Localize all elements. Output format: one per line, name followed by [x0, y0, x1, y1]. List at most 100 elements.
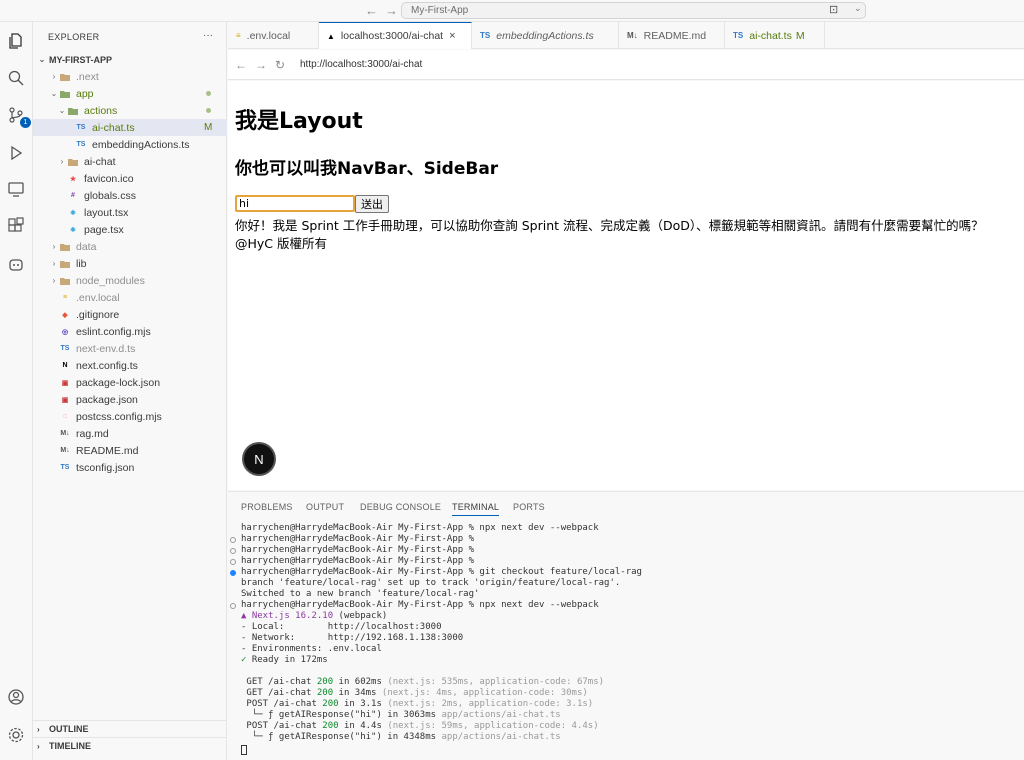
tree-item-app[interactable]: ⌄ app	[33, 85, 227, 102]
timeline-label: TIMELINE	[49, 741, 91, 751]
tree-item-next-config-ts[interactable]: Nnext.config.ts	[33, 357, 227, 374]
page-heading: 我是Layout	[235, 109, 363, 134]
tree-item--next[interactable]: › .next	[33, 68, 227, 85]
terminal-text: harrychen@HarrydeMacBook-Air My-First-Ap…	[241, 600, 599, 610]
tree-item-node-modules[interactable]: › node_modules	[33, 272, 227, 289]
browser-url[interactable]: http://localhost:3000/ai-chat	[300, 59, 422, 70]
command-center[interactable]: My-First-App	[401, 2, 866, 19]
tab-ai-chat-ts[interactable]: TS ai-chat.ts M	[725, 22, 825, 49]
terminal-line: harrychen@HarrydeMacBook-Air My-First-Ap…	[241, 534, 474, 545]
tab-file-icon: M↓	[627, 31, 638, 40]
copyright-text: @HyC 版權所有	[235, 236, 327, 251]
terminal-text: 200	[316, 677, 334, 687]
terminal-text: branch 'feature/local-rag' set up to tra…	[241, 578, 621, 588]
terminal-text: app/actions/ai-chat.ts	[441, 732, 561, 742]
tab-file-icon: ≡	[236, 31, 241, 40]
command-decoration-icon[interactable]	[230, 559, 236, 565]
back-arrow-icon[interactable]: ←	[365, 3, 378, 18]
tree-item-label: embeddingActions.ts	[92, 138, 190, 151]
panel-tab-ports[interactable]: PORTS	[513, 502, 545, 512]
tree-item-next-env-d-ts[interactable]: TS next-env.d.ts	[33, 340, 227, 357]
chevron-down-icon[interactable]: ⌄	[854, 3, 862, 14]
terminal-line: GET /ai-chat 200 in 34ms (next.js: 4ms, …	[241, 688, 588, 699]
bottom-panel: PROBLEMS OUTPUT DEBUG CONSOLE TERMINAL PORTS…	[228, 491, 1024, 760]
panel-tab-terminal[interactable]: TERMINAL	[452, 502, 500, 516]
tab-localhost-3000-ai-chat[interactable]: ▲ localhost:3000/ai-chat ×	[319, 22, 472, 49]
file-icon: TS	[76, 124, 86, 131]
terminal-text: harrychen@HarrydeMacBook-Air My-First-Ap…	[241, 556, 474, 566]
close-icon[interactable]: ×	[449, 30, 455, 42]
tree-item-label: globals.css	[84, 189, 136, 202]
command-decoration-icon[interactable]	[230, 570, 236, 576]
tree-item-rag-md[interactable]: M↓ rag.md	[33, 425, 227, 442]
nextjs-dev-badge[interactable]: N	[244, 444, 274, 474]
terminal-text: (next.js: 4ms, application-code: 30ms)	[381, 688, 588, 698]
extensions-icon[interactable]	[5, 215, 27, 237]
accounts-icon[interactable]	[5, 686, 27, 708]
tree-item-globals-css[interactable]: # globals.css	[33, 187, 227, 204]
reload-icon[interactable]: ↻	[275, 58, 285, 72]
chat-icon[interactable]: ⊡	[829, 3, 838, 16]
tree-item-data[interactable]: › data	[33, 238, 227, 255]
tree-item-actions[interactable]: ⌄ actions	[33, 102, 227, 119]
explorer-icon[interactable]	[5, 30, 27, 52]
tree-item-postcss-config-mjs[interactable]: ◌ postcss.config.mjs	[33, 408, 227, 425]
chevron-right-icon: ›	[52, 259, 56, 268]
tree-item-label: actions	[84, 104, 118, 117]
tree-item-package-json[interactable]: ▣ package.json	[33, 391, 227, 408]
browser-forward-icon[interactable]: →	[255, 58, 267, 72]
tree-item-label: tsconfig.json	[76, 461, 135, 474]
tree-item-readme-md[interactable]: M↓ README.md	[33, 442, 227, 459]
chevron-right-icon: ›	[37, 741, 40, 751]
terminal-text: harrychen@HarrydeMacBook-Air My-First-Ap…	[241, 534, 474, 544]
terminal-text: └─ ƒ getAIResponse("hi") in 3063ms	[241, 710, 442, 720]
timeline-section[interactable]: › TIMELINE	[33, 737, 227, 754]
source-control-icon[interactable]: 1	[5, 104, 31, 128]
copilot-icon[interactable]	[5, 253, 27, 275]
tab--env-local[interactable]: ≡ .env.local	[228, 22, 319, 49]
more-actions-icon[interactable]: ···	[203, 30, 213, 41]
tree-item-embeddingactions-ts[interactable]: TS embeddingActions.ts	[33, 136, 227, 153]
tree-item-label: data	[76, 240, 97, 253]
tree-item-ai-chat-ts[interactable]: TS ai-chat.ts M	[33, 119, 227, 136]
panel-tab-output[interactable]: OUTPUT	[306, 502, 344, 512]
tree-item-package-lock-json[interactable]: ▣ package-lock.json	[33, 374, 227, 391]
panel-tab-problems[interactable]: PROBLEMS	[241, 502, 293, 512]
run-debug-icon[interactable]	[5, 142, 27, 164]
search-icon[interactable]	[5, 67, 27, 89]
terminal-text: Switched to a new branch 'feature/local-…	[241, 589, 480, 599]
file-icon: M↓	[60, 430, 70, 437]
chevron-right-icon: ›	[37, 724, 40, 734]
tree-item-eslint-config-mjs[interactable]: ◎ eslint.config.mjs	[33, 323, 227, 340]
command-decoration-icon[interactable]	[230, 603, 236, 609]
command-decoration-icon[interactable]	[230, 537, 236, 543]
file-icon: ≡	[62, 294, 68, 301]
settings-gear-icon[interactable]	[5, 724, 27, 746]
tree-item-lib[interactable]: › lib	[33, 255, 227, 272]
tree-item-ai-chat[interactable]: › ai-chat	[33, 153, 227, 170]
tree-item-tsconfig-json[interactable]: TS tsconfig.json	[33, 459, 227, 476]
send-button[interactable]: 送出	[355, 195, 389, 213]
forward-arrow-icon[interactable]: →	[385, 3, 398, 18]
tree-item-layout-tsx[interactable]: ⚛ layout.tsx	[33, 204, 227, 221]
browser-page: 我是Layout 你也可以叫我NavBar、SideBar 送出 你好！我是 S…	[228, 81, 1024, 490]
outline-label: OUTLINE	[49, 724, 89, 734]
panel-tab-debug-console[interactable]: DEBUG CONSOLE	[360, 502, 441, 512]
chat-input[interactable]	[235, 195, 355, 212]
browser-back-icon[interactable]: ←	[235, 58, 247, 72]
tree-item--gitignore[interactable]: ◆ .gitignore	[33, 306, 227, 323]
outline-section[interactable]: › OUTLINE	[33, 720, 227, 737]
project-root[interactable]: ⌄ MY-FIRST-APP	[33, 51, 227, 68]
tree-item-page-tsx[interactable]: ⚛ page.tsx	[33, 221, 227, 238]
tree-item-label: page.tsx	[84, 223, 124, 236]
command-decoration-icon[interactable]	[230, 548, 236, 554]
terminal-line: Switched to a new branch 'feature/local-…	[241, 589, 479, 600]
tab-embeddingactions-ts[interactable]: TS embeddingActions.ts	[472, 22, 619, 49]
terminal[interactable]: harrychen@HarrydeMacBook-Air My-First-Ap…	[228, 523, 1024, 760]
tree-item--env-local[interactable]: ≡ .env.local	[33, 289, 227, 306]
tree-item-label: rag.md	[76, 427, 109, 440]
tab-readme-md[interactable]: M↓ README.md	[619, 22, 725, 49]
activity-bar: 1	[0, 22, 33, 760]
tree-item-favicon-ico[interactable]: ★ favicon.ico	[33, 170, 227, 187]
remote-explorer-icon[interactable]	[5, 178, 27, 200]
